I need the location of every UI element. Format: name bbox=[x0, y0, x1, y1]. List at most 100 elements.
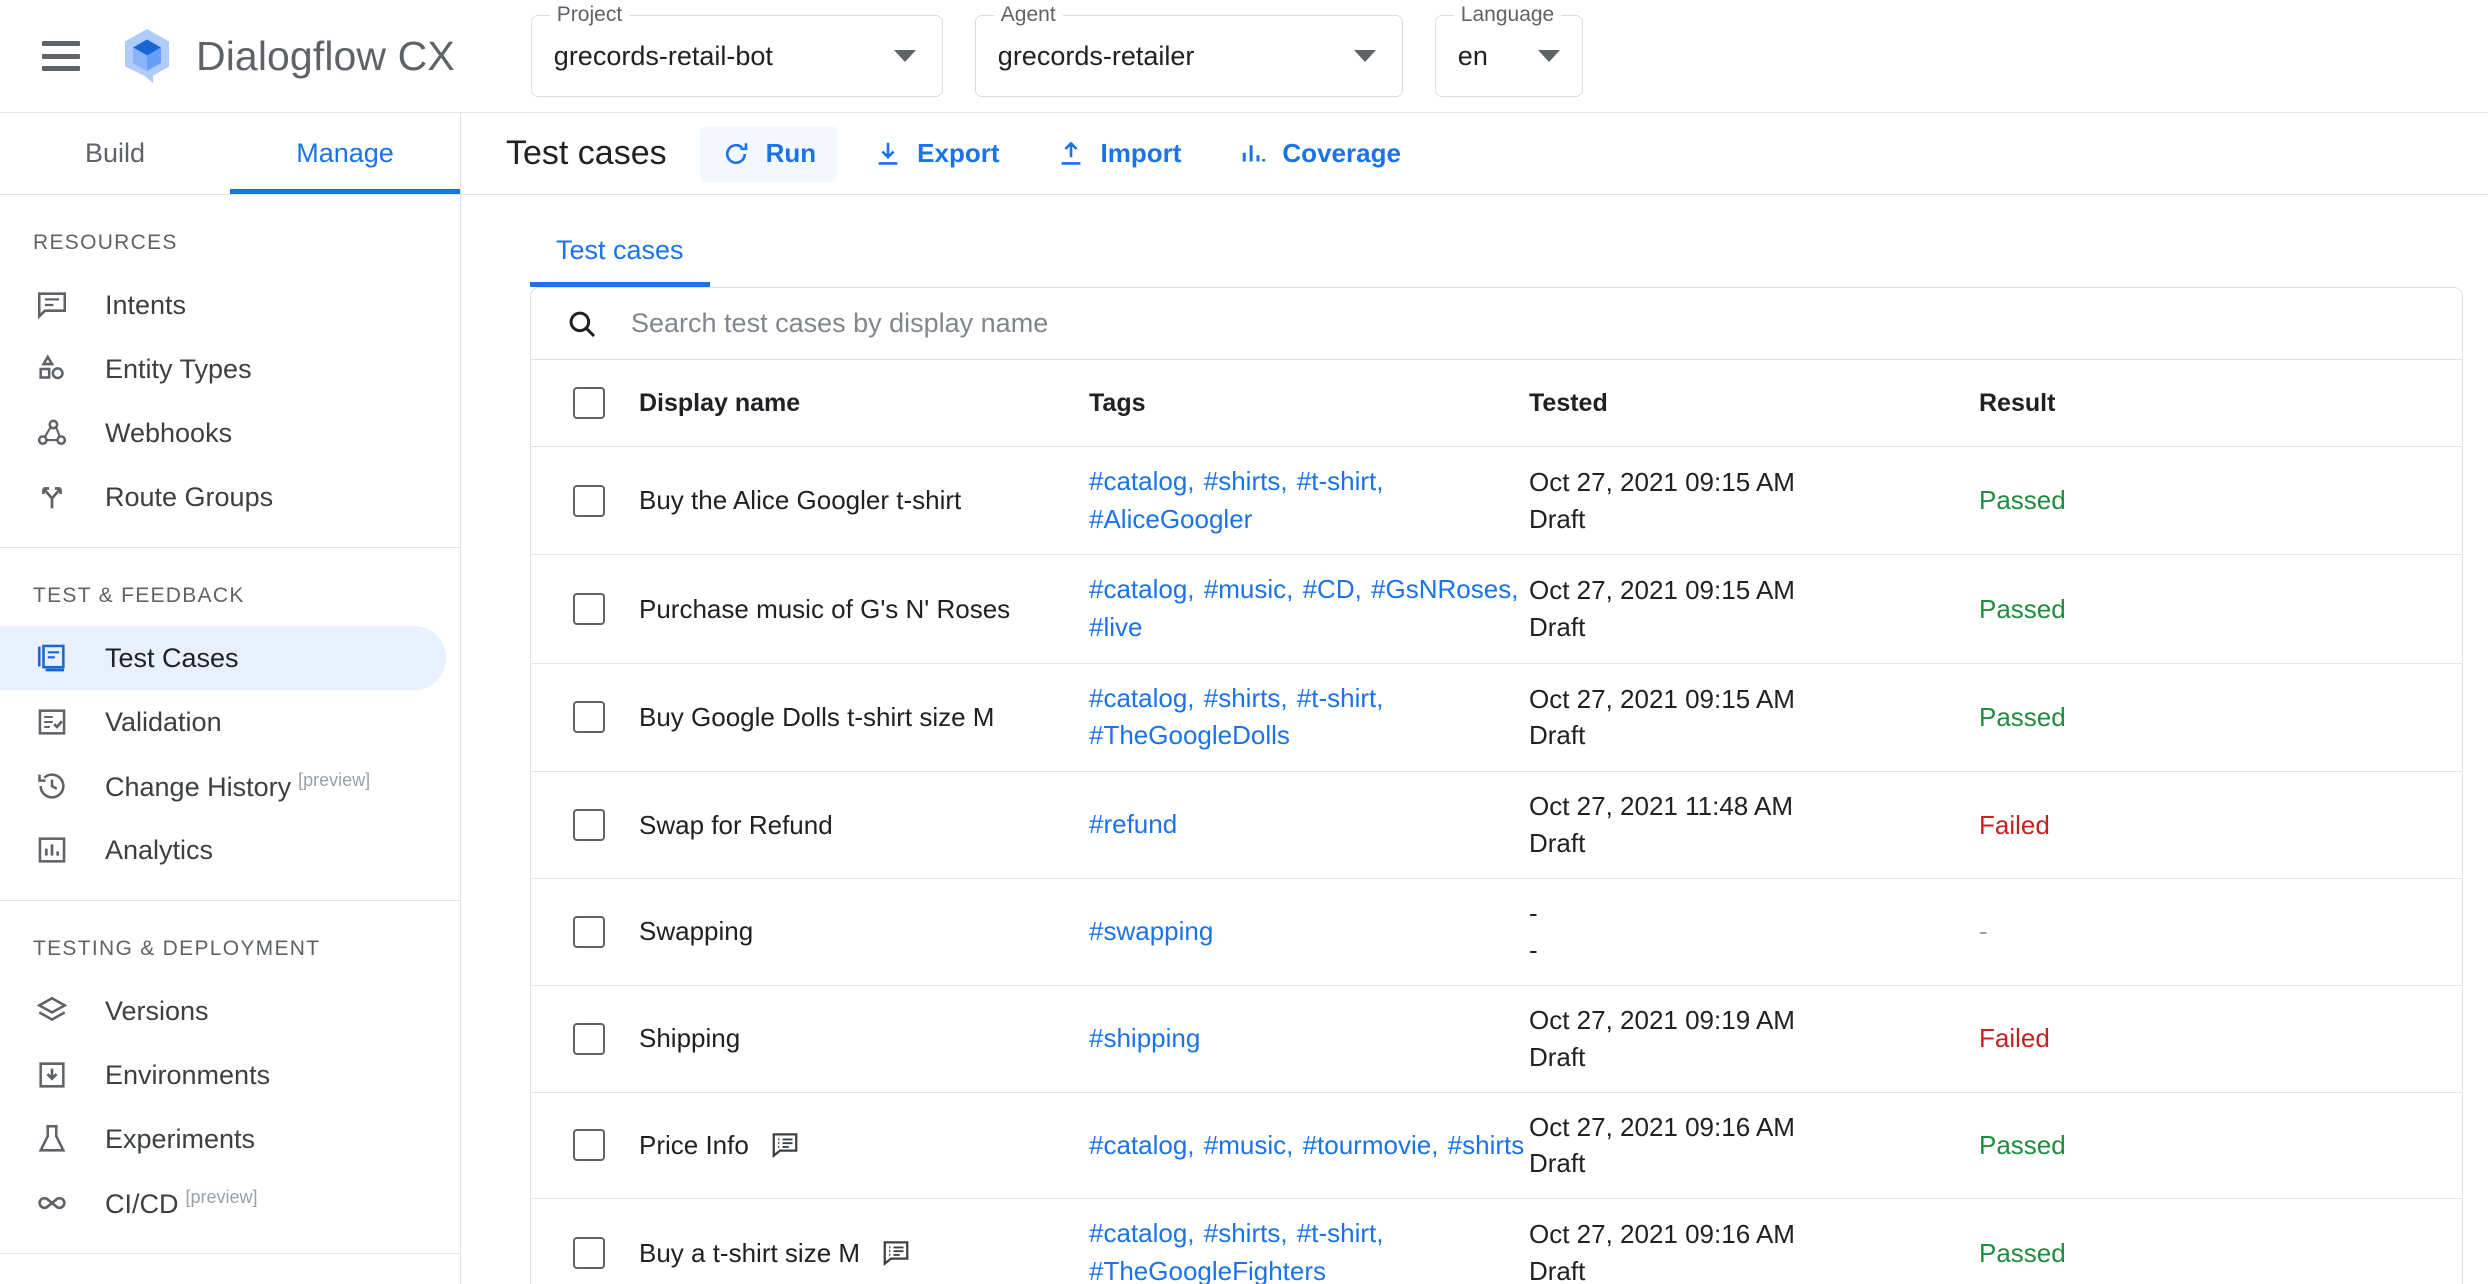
tag-list: #catalog, #shirts, #t-shirt, #TheGoogleF… bbox=[1089, 1215, 1529, 1284]
row-checkbox[interactable] bbox=[573, 1022, 605, 1055]
experiments-icon bbox=[33, 1120, 71, 1158]
sidebar-item-route-groups[interactable]: Route Groups bbox=[0, 465, 446, 529]
cell-display-name[interactable]: Swap for Refund bbox=[639, 771, 1089, 879]
sidebar-item-webhooks[interactable]: Webhooks bbox=[0, 401, 446, 465]
project-select-label: Project bbox=[549, 3, 630, 27]
tag-chip[interactable]: #shirts, bbox=[1204, 680, 1288, 718]
column-header-display-name[interactable]: Display name bbox=[639, 360, 1089, 447]
tab-manage[interactable]: Manage bbox=[230, 113, 460, 194]
table-row[interactable]: Purchase music of G's N' Roses #catalog, … bbox=[531, 554, 2462, 664]
row-checkbox[interactable] bbox=[573, 593, 605, 626]
tag-chip[interactable]: #live bbox=[1089, 609, 1142, 647]
cell-display-name[interactable]: Swapping bbox=[639, 878, 1089, 986]
status-badge: Passed bbox=[1979, 1129, 2066, 1160]
hamburger-menu-icon[interactable] bbox=[42, 41, 80, 71]
select-all-checkbox[interactable] bbox=[573, 387, 605, 419]
sidebar-item-test-cases[interactable]: Test Cases bbox=[0, 626, 446, 690]
tag-chip[interactable]: #shirts bbox=[1448, 1127, 1525, 1165]
upload-icon bbox=[1056, 138, 1087, 169]
nav-group-title: RESOURCES bbox=[33, 231, 178, 254]
tag-chip[interactable]: #shirts, bbox=[1204, 1215, 1288, 1253]
subtab-test-cases[interactable]: Test cases bbox=[530, 235, 710, 287]
cell-tested: Oct 27, 2021 09:16 AM Draft bbox=[1529, 1199, 1979, 1284]
tag-chip[interactable]: #t-shirt, bbox=[1297, 463, 1384, 501]
tag-chip[interactable]: #CD, bbox=[1303, 571, 1362, 609]
tag-chip[interactable]: #TheGoogleDolls bbox=[1089, 717, 1290, 755]
agent-select-label: Agent bbox=[993, 3, 1063, 27]
tag-chip[interactable]: #TheGoogleFighters bbox=[1089, 1253, 1326, 1284]
tab-build[interactable]: Build bbox=[0, 113, 230, 194]
sidebar-item-change-history[interactable]: Change History [preview] bbox=[0, 754, 446, 818]
project-select[interactable]: Project grecords-retail-bot bbox=[530, 3, 943, 97]
sidebar-item-label: Intents bbox=[105, 289, 187, 320]
sidebar-item-experiments[interactable]: Experiments bbox=[0, 1107, 446, 1171]
table-row[interactable]: Price Info #catalog, #music, #tourmovie, … bbox=[531, 1092, 2462, 1200]
language-select[interactable]: Language en bbox=[1434, 3, 1583, 97]
column-header-result[interactable]: Result bbox=[1979, 360, 2462, 447]
cell-display-name[interactable]: Purchase music of G's N' Roses bbox=[639, 554, 1089, 664]
tag-chip[interactable]: #catalog, bbox=[1089, 463, 1195, 501]
sidebar-item-versions[interactable]: Versions bbox=[0, 979, 446, 1043]
row-checkbox[interactable] bbox=[573, 915, 605, 948]
note-icon[interactable] bbox=[880, 1237, 912, 1269]
row-checkbox[interactable] bbox=[573, 701, 605, 734]
sidebar-item-intents[interactable]: Intents bbox=[0, 273, 446, 337]
run-button[interactable]: Run bbox=[699, 125, 838, 182]
row-checkbox[interactable] bbox=[573, 809, 605, 842]
display-name-text: Purchase music of G's N' Roses bbox=[639, 593, 1011, 624]
sidebar-item-entity-types[interactable]: Entity Types bbox=[0, 337, 446, 401]
cell-display-name[interactable]: Buy the Alice Googler t-shirt bbox=[639, 446, 1089, 556]
sidebar-item-environments[interactable]: Environments bbox=[0, 1043, 446, 1107]
intents-icon bbox=[33, 286, 71, 324]
search-input[interactable] bbox=[631, 308, 1631, 339]
table-row[interactable]: Buy Google Dolls t-shirt size M #catalog,… bbox=[531, 663, 2462, 773]
preview-badge: [preview] bbox=[185, 1186, 258, 1207]
export-button[interactable]: Export bbox=[851, 126, 1020, 182]
tag-chip[interactable]: #AliceGoogler bbox=[1089, 501, 1252, 539]
tag-list: #catalog, #shirts, #t-shirt, #AliceGoogl… bbox=[1089, 463, 1529, 538]
note-icon[interactable] bbox=[769, 1129, 801, 1161]
dialogflow-cx-app: Dialogflow CX Project grecords-retail-bo… bbox=[0, 0, 2488, 1284]
column-header-tested[interactable]: Tested bbox=[1529, 360, 1979, 447]
cell-tested: Oct 27, 2021 09:16 AM Draft bbox=[1529, 1092, 1979, 1200]
tag-chip[interactable]: #t-shirt, bbox=[1297, 680, 1384, 718]
cell-display-name[interactable]: Shipping bbox=[639, 985, 1089, 1093]
tag-chip[interactable]: #catalog, bbox=[1089, 1215, 1195, 1253]
import-button[interactable]: Import bbox=[1035, 126, 1203, 182]
tag-chip[interactable]: #catalog, bbox=[1089, 571, 1195, 609]
cell-tested: Oct 27, 2021 11:48 AM Draft bbox=[1529, 771, 1979, 879]
sidebar-item-analytics[interactable]: Analytics bbox=[0, 818, 446, 882]
tag-list: #shipping bbox=[1089, 1020, 1529, 1058]
nav-group-test-feedback: TEST & FEEDBACK Test Cases Validation Ch… bbox=[0, 548, 460, 901]
table-row[interactable]: Shipping #shipping Oct 27, 2021 09:19 AM D… bbox=[531, 985, 2462, 1093]
status-badge: Failed bbox=[1979, 1023, 2050, 1054]
tag-chip[interactable]: #music, bbox=[1204, 571, 1294, 609]
cell-display-name[interactable]: Price Info bbox=[639, 1092, 1089, 1200]
cell-display-name[interactable]: Buy a t-shirt size M bbox=[639, 1199, 1089, 1284]
tag-chip[interactable]: #music, bbox=[1204, 1127, 1294, 1165]
table-row[interactable]: Swap for Refund #refund Oct 27, 2021 11:4… bbox=[531, 771, 2462, 879]
tag-chip[interactable]: #catalog, bbox=[1089, 1127, 1195, 1165]
table-row[interactable]: Buy a t-shirt size M #catalog, #shirts, #… bbox=[531, 1199, 2462, 1284]
column-header-tags[interactable]: Tags bbox=[1089, 360, 1529, 447]
tag-chip[interactable]: #refund bbox=[1089, 806, 1177, 844]
tag-chip[interactable]: #catalog, bbox=[1089, 680, 1195, 718]
coverage-button[interactable]: Coverage bbox=[1216, 126, 1422, 182]
tag-chip[interactable]: #tourmovie, bbox=[1303, 1127, 1439, 1165]
table-row[interactable]: Swapping #swapping --- bbox=[531, 878, 2462, 986]
tag-chip[interactable]: #shipping bbox=[1089, 1020, 1200, 1058]
sidebar-item-cicd[interactable]: CI/CD [preview] bbox=[0, 1171, 446, 1235]
tag-chip[interactable]: #GsNRoses, bbox=[1371, 571, 1518, 609]
row-checkbox[interactable] bbox=[573, 1129, 605, 1162]
tag-chip[interactable]: #swapping bbox=[1089, 913, 1213, 951]
agent-select[interactable]: Agent grecords-retailer bbox=[974, 3, 1403, 97]
nav-group-resources: RESOURCES Intents Entity Types Webhooks … bbox=[0, 195, 460, 548]
tag-chip[interactable]: #shirts, bbox=[1204, 463, 1288, 501]
cell-display-name[interactable]: Buy Google Dolls t-shirt size M bbox=[639, 663, 1089, 773]
tag-chip[interactable]: #t-shirt, bbox=[1297, 1215, 1384, 1253]
row-checkbox[interactable] bbox=[573, 1237, 605, 1270]
sidebar-item-validation[interactable]: Validation bbox=[0, 690, 446, 754]
row-checkbox[interactable] bbox=[573, 484, 605, 517]
subtabs: Test cases bbox=[506, 195, 2488, 287]
table-row[interactable]: Buy the Alice Googler t-shirt #catalog, #… bbox=[531, 446, 2462, 556]
